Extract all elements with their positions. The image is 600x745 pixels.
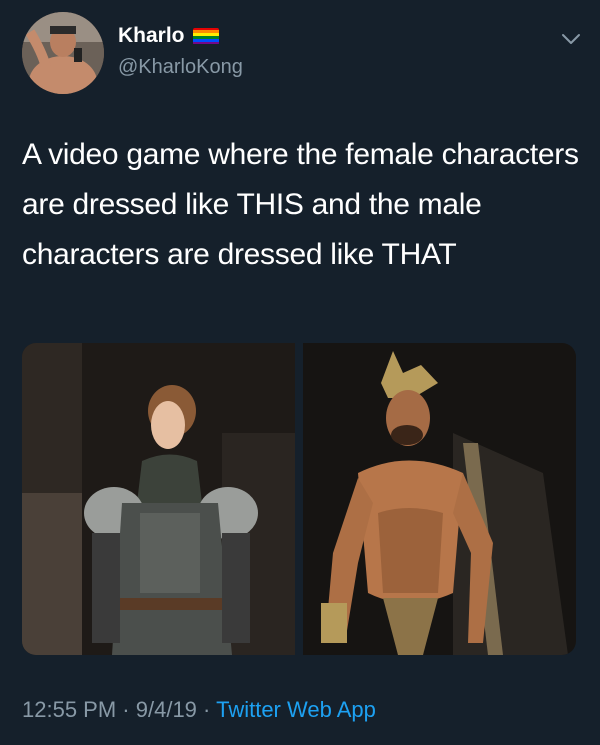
separator: · <box>203 697 211 722</box>
media-photo-male-gladiator[interactable] <box>303 343 576 655</box>
tweet-media <box>22 343 576 655</box>
chevron-down-icon[interactable] <box>560 28 582 50</box>
tweet-date[interactable]: 9/4/19 <box>136 697 197 722</box>
tweet-metadata: 12:55 PM · 9/4/19 · Twitter Web App <box>22 697 376 723</box>
media-photo-female-knight[interactable] <box>22 343 295 655</box>
author-name-row: Kharlo <box>118 24 219 48</box>
author-handle[interactable]: @KharloKong <box>118 56 243 79</box>
tweet-source-link[interactable]: Twitter Web App <box>216 697 376 722</box>
separator: · <box>122 697 130 722</box>
tweet: Kharlo @KharloKong A video game where th… <box>0 0 600 745</box>
rainbow-flag-icon <box>192 27 219 45</box>
author-display-name[interactable]: Kharlo <box>118 24 185 48</box>
tweet-time[interactable]: 12:55 PM <box>22 697 116 722</box>
tweet-text: A video game where the female characters… <box>22 138 579 271</box>
avatar[interactable] <box>22 12 104 94</box>
